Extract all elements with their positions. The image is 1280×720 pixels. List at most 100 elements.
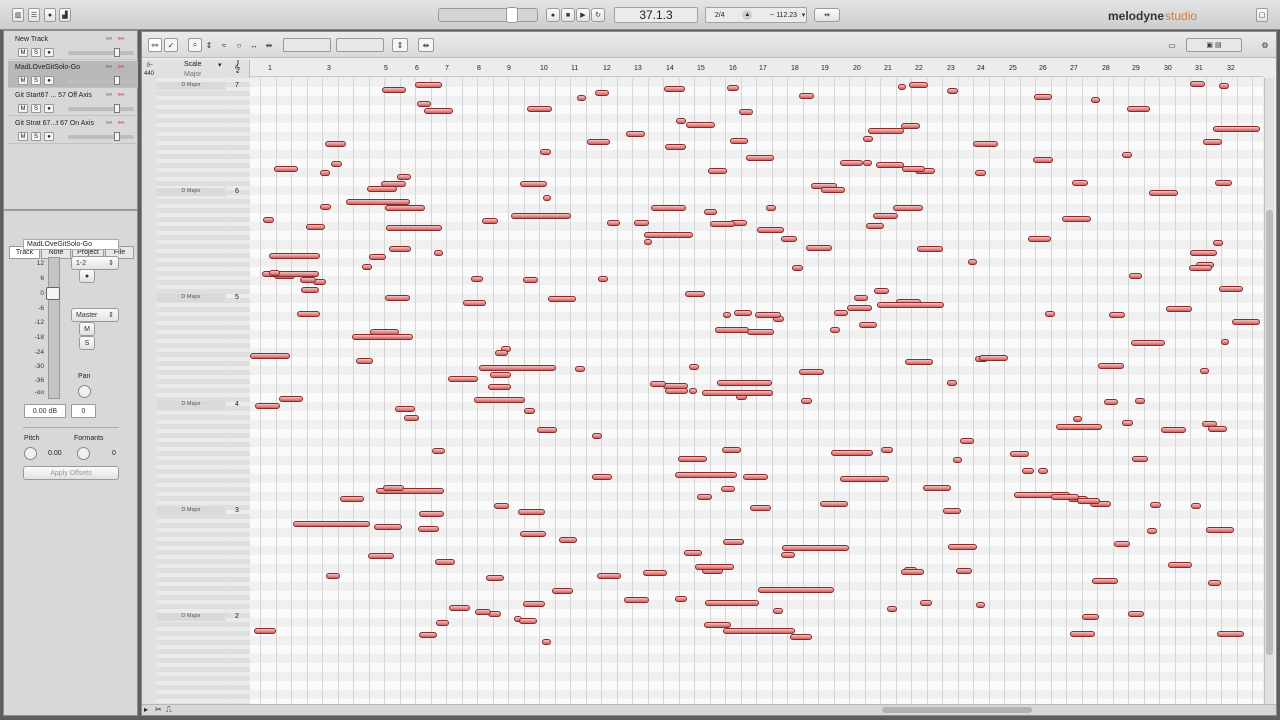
view-toggle-icon[interactable]: ▭ xyxy=(1162,38,1182,52)
note-blob[interactable] xyxy=(634,220,649,226)
note-blob[interactable] xyxy=(664,86,685,92)
note-blob[interactable] xyxy=(490,372,511,378)
pan-knob[interactable] xyxy=(78,385,91,398)
note-blob[interactable] xyxy=(326,573,340,579)
note-blob[interactable] xyxy=(799,93,814,99)
track-volume-slider[interactable] xyxy=(68,51,134,55)
time-snap-icon[interactable]: ⇹ xyxy=(418,38,434,52)
note-blob[interactable] xyxy=(973,141,998,147)
note-blob[interactable] xyxy=(356,358,373,364)
note-blob[interactable] xyxy=(352,334,413,340)
note-blob[interactable] xyxy=(859,322,877,328)
note-blob[interactable] xyxy=(689,364,699,370)
solo-button[interactable]: S xyxy=(31,48,41,57)
note-blob[interactable] xyxy=(250,353,290,359)
time-tool-icon[interactable]: ↔ xyxy=(247,38,261,52)
gain-field[interactable]: 0.00 dB xyxy=(24,404,66,418)
note-blob[interactable] xyxy=(325,141,346,147)
note-blob[interactable] xyxy=(676,118,686,124)
playhead-icon[interactable]: ⎍ xyxy=(166,705,172,715)
record-button[interactable]: ● xyxy=(546,8,560,22)
separation-tool-icon[interactable]: ⇹ xyxy=(262,38,276,52)
note-blob[interactable] xyxy=(1045,311,1055,317)
note-blob[interactable] xyxy=(1122,420,1133,426)
note-blob[interactable] xyxy=(887,606,897,612)
note-blob[interactable] xyxy=(300,277,316,283)
note-blob[interactable] xyxy=(448,376,478,382)
note-blob[interactable] xyxy=(730,138,748,144)
note-blob[interactable] xyxy=(518,509,545,515)
note-blob[interactable] xyxy=(395,406,415,412)
horizontal-scroll-thumb[interactable] xyxy=(882,707,1032,713)
pan-field[interactable]: 0 xyxy=(71,404,96,418)
note-blob[interactable] xyxy=(893,205,923,211)
zoom-tool-icon[interactable]: ⌕ xyxy=(188,38,202,52)
note-blob[interactable] xyxy=(1028,236,1051,242)
note-blob[interactable] xyxy=(415,82,442,88)
note-blob[interactable] xyxy=(697,494,712,500)
note-blob[interactable] xyxy=(1213,240,1223,246)
note-blob[interactable] xyxy=(1073,416,1082,422)
position-display[interactable]: 37.1.3 xyxy=(614,7,698,23)
note-blob[interactable] xyxy=(523,277,538,283)
note-blob[interactable] xyxy=(873,213,898,219)
note-blob[interactable] xyxy=(1122,152,1132,158)
note-blob[interactable] xyxy=(1135,398,1145,404)
note-blob[interactable] xyxy=(587,139,610,145)
note-blob[interactable] xyxy=(397,174,411,180)
solo-button[interactable]: S xyxy=(31,76,41,85)
track-solo-button[interactable]: S xyxy=(79,336,95,350)
note-blob[interactable] xyxy=(1131,340,1165,346)
routing-select[interactable]: 1-2 ⇕ xyxy=(71,256,119,270)
note-blob[interactable] xyxy=(1091,97,1100,103)
note-blob[interactable] xyxy=(721,486,735,492)
edit-link-icon[interactable]: ⚯ xyxy=(118,91,124,99)
track-item-1[interactable]: New Track ⚯ ⚯ M S ● xyxy=(8,33,138,60)
note-blob[interactable] xyxy=(1149,190,1178,196)
note-blob[interactable] xyxy=(542,639,551,645)
note-blob[interactable] xyxy=(575,366,585,372)
note-blob[interactable] xyxy=(1213,126,1260,132)
mute-button[interactable]: M xyxy=(18,76,28,85)
note-blob[interactable] xyxy=(540,149,551,155)
formant-tool-icon[interactable]: ○ xyxy=(232,38,246,52)
note-blob[interactable] xyxy=(548,296,576,302)
arrow-tool-icon[interactable]: ▸ xyxy=(144,705,148,714)
spectrum-icon[interactable]: ▟ xyxy=(59,8,71,22)
track-volume-knob[interactable] xyxy=(114,48,120,57)
note-blob[interactable] xyxy=(917,246,943,252)
note-blob[interactable] xyxy=(254,628,276,634)
note-blob[interactable] xyxy=(1232,319,1260,325)
note-blob[interactable] xyxy=(715,327,749,333)
note-blob[interactable] xyxy=(1190,250,1217,256)
fullscreen-icon[interactable]: ▢ xyxy=(1256,8,1268,22)
track-name-field[interactable]: MadLOveGitSolo-Go xyxy=(23,239,119,250)
track-volume-knob[interactable] xyxy=(114,104,120,113)
treble-clef-icon[interactable]: 𝄞 xyxy=(234,61,241,74)
note-blob[interactable] xyxy=(644,239,652,245)
note-blob[interactable] xyxy=(976,602,985,608)
note-blob[interactable] xyxy=(1062,216,1091,222)
note-blob[interactable] xyxy=(947,380,957,386)
note-blob[interactable] xyxy=(1147,528,1157,534)
link-icon[interactable]: ⚯ xyxy=(106,63,112,71)
note-blob[interactable] xyxy=(847,305,872,311)
note-blob[interactable] xyxy=(369,254,386,260)
note-blob[interactable] xyxy=(1082,614,1099,620)
link-icon[interactable]: ⚯ xyxy=(106,35,112,43)
note-blob[interactable] xyxy=(419,632,437,638)
note-blob[interactable] xyxy=(866,223,884,229)
scissors-icon[interactable]: ✂ xyxy=(155,705,162,714)
note-blob[interactable] xyxy=(607,220,620,226)
layout-icon[interactable]: ▥ xyxy=(12,8,24,22)
note-blob[interactable] xyxy=(947,88,958,94)
edit-link-icon[interactable]: ⚯ xyxy=(118,63,124,71)
record-arm-button[interactable]: ● xyxy=(44,132,54,141)
note-blob[interactable] xyxy=(876,162,904,168)
note-blob[interactable] xyxy=(1168,562,1192,568)
note-blob[interactable] xyxy=(1219,83,1229,89)
note-blob[interactable] xyxy=(1219,286,1243,292)
vertical-scroll-thumb[interactable] xyxy=(1266,210,1273,655)
note-blob[interactable] xyxy=(1208,580,1221,586)
note-blob[interactable] xyxy=(717,380,772,386)
